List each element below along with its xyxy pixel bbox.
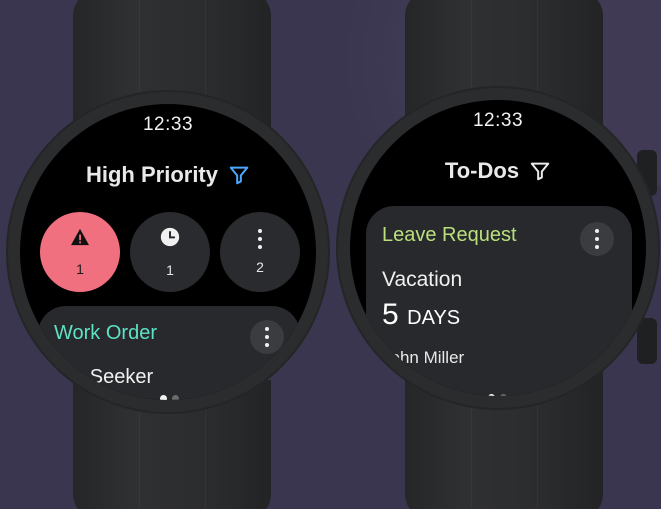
clock-time: 12:33 — [472, 110, 524, 131]
warning-icon — [70, 228, 90, 251]
leave-duration: 5 DAYS — [382, 298, 460, 332]
leave-unit: DAYS — [407, 307, 461, 329]
chip-count: 1 — [166, 261, 174, 278]
clock-icon — [160, 227, 180, 252]
crown-button-lower — [637, 318, 657, 364]
left-watch-screen: 12:33 High Priority 1 1 2 Work Order Job… — [20, 104, 316, 400]
leave-request-card[interactable]: Leave Request Vacation 5 DAYS John Mille… — [366, 206, 632, 396]
card-line: Job Seeker — [52, 366, 154, 388]
page-dot-active — [160, 395, 167, 400]
card-menu-button[interactable] — [580, 222, 614, 256]
page-dot-active — [488, 394, 495, 396]
chip-count: 1 — [76, 260, 84, 277]
leave-amount: 5 — [382, 298, 399, 331]
employee-name: John Miller — [382, 348, 465, 367]
page-indicator — [160, 395, 179, 400]
more-vertical-icon — [258, 229, 262, 249]
filter-icon[interactable] — [228, 164, 250, 186]
more-vertical-icon — [265, 327, 269, 347]
card-menu-button[interactable] — [250, 320, 284, 354]
screen-title-row: High Priority — [20, 162, 316, 188]
page-title: High Priority — [85, 162, 218, 187]
leave-type: Vacation — [382, 268, 463, 291]
screen-title-row: To-Dos — [350, 158, 646, 184]
pending-chip[interactable]: 1 — [130, 212, 210, 292]
chip-count: 2 — [256, 259, 264, 275]
card-title: Work Order — [54, 322, 157, 344]
page-dot — [500, 394, 507, 396]
watch-showcase: 12:33 High Priority 1 1 2 Work Order Job… — [0, 0, 661, 509]
filter-icon[interactable] — [529, 160, 551, 182]
more-vertical-icon — [595, 229, 599, 249]
page-title: To-Dos — [444, 158, 520, 183]
page-dot — [172, 395, 179, 400]
high-priority-chip[interactable]: 1 — [40, 212, 120, 292]
clock-time: 12:33 — [142, 114, 194, 135]
page-indicator — [488, 394, 507, 396]
card-title: Leave Request — [382, 224, 517, 246]
right-watch-screen: 12:33 To-Dos Leave Request Vacation 5 DA… — [350, 100, 646, 396]
work-order-card[interactable]: Work Order Job Seeker — [38, 306, 300, 400]
more-chip[interactable]: 2 — [220, 212, 300, 292]
